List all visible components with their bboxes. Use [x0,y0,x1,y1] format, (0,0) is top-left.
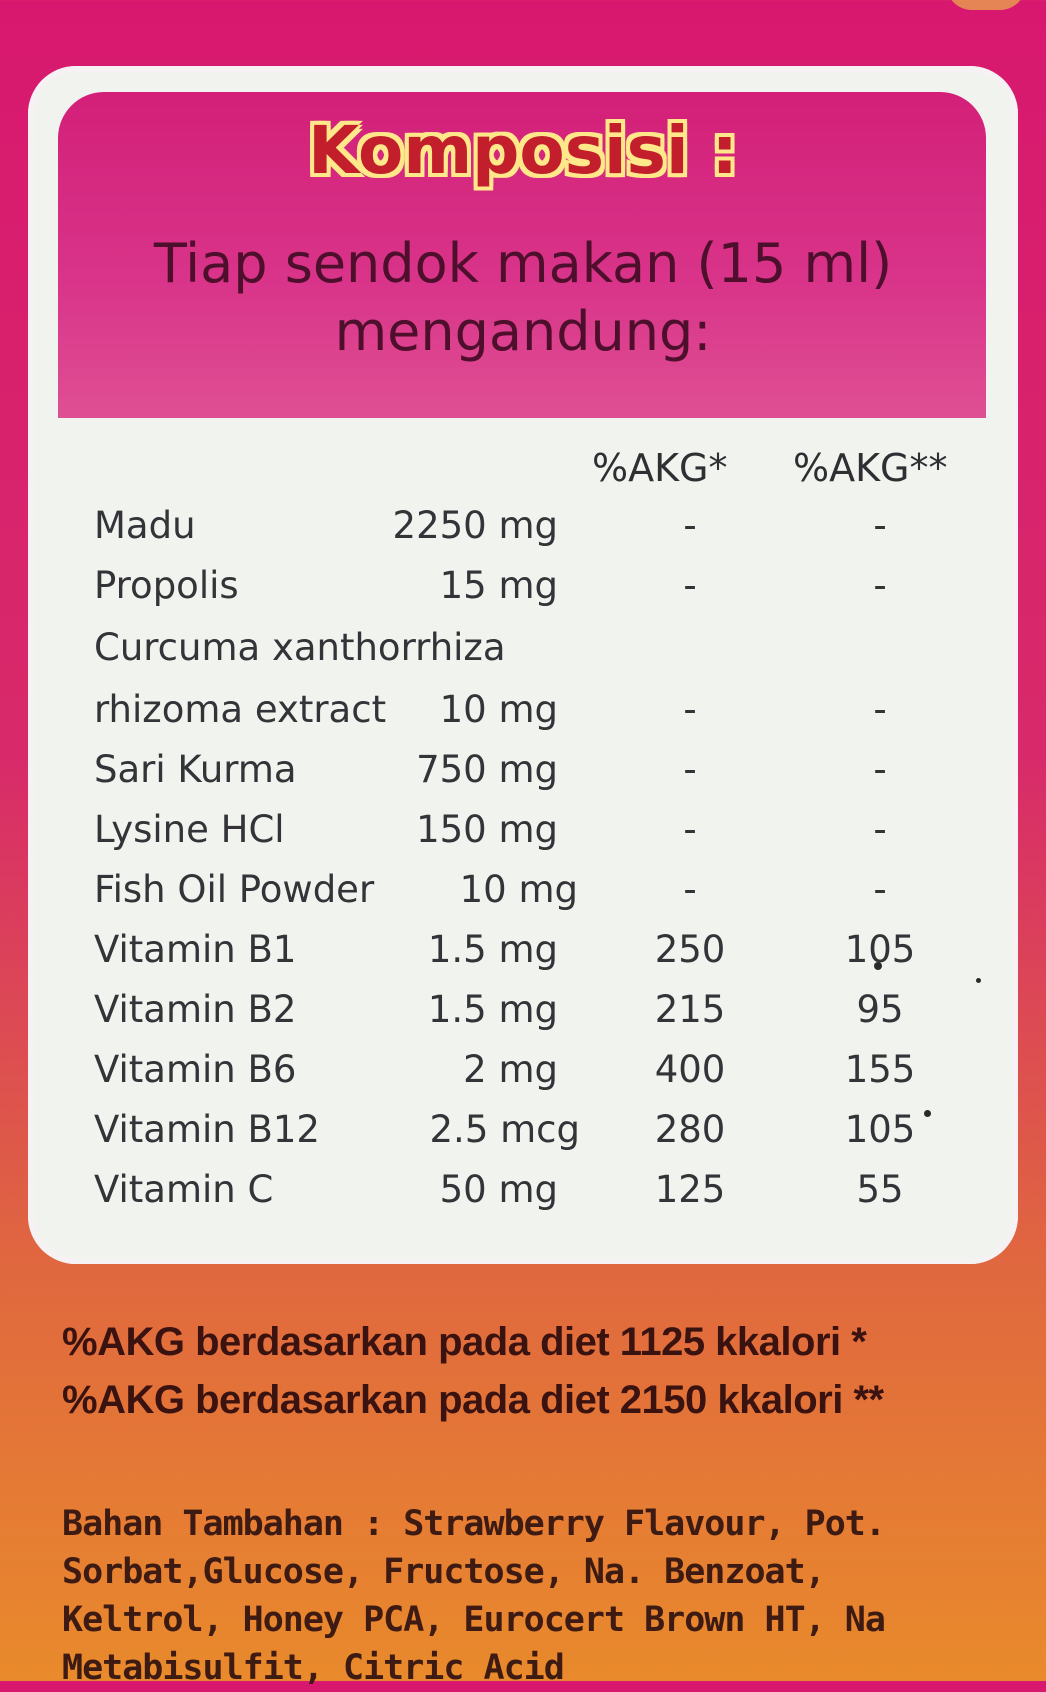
ingredient-name: Vitamin B1 [94,928,297,971]
ingredient-name: Vitamin B6 [94,1048,297,1091]
column-header-akg2: %AKG** [793,446,948,490]
ingredient-amount: 1.5 mg [427,988,558,1031]
akg2-value: - [873,688,887,731]
serving-contains-line: mengandung: [334,300,712,363]
ingredient-name: Madu [94,504,196,547]
akg2-value: 95 [856,988,904,1031]
akg1-value: - [683,748,697,791]
akg2-value: 105 [844,1108,916,1151]
table-row: Propolis 15 mg - - [0,564,1046,624]
table-row: Vitamin B12 2.5 mcg 280 105 [0,1108,1046,1168]
table-row: Vitamin B2 1.5 mg 215 95 [0,988,1046,1048]
ingredient-name: Vitamin C [94,1168,274,1211]
composition-title: Komposisi : [308,112,738,189]
ingredient-amount: 15 mg [439,564,558,607]
ingredient-name: Vitamin B12 [94,1108,320,1151]
akg2-value: - [873,808,887,851]
akg1-value: 125 [654,1168,726,1211]
ingredient-name: Propolis [94,564,239,607]
ink-speck [924,1110,931,1117]
akg2-value: 155 [844,1048,916,1091]
ingredient-name: rhizoma extract [94,688,387,731]
table-row: Vitamin B1 1.5 mg 250 105 [0,928,1046,988]
column-header-akg1: %AKG* [592,446,728,490]
akg1-value: 250 [654,928,726,971]
akg2-value: - [873,504,887,547]
table-row: Fish Oil Powder 10 mg - - [0,868,1046,928]
table-row: Madu 2250 mg - - [0,504,1046,564]
serving-size-line: Tiap sendok makan (15 ml) [153,232,893,295]
akg1-value: - [683,868,697,911]
akg1-value: 280 [654,1108,726,1151]
akg-footnote-1: %AKG berdasarkan pada diet 1125 kkalori … [62,1320,867,1364]
additives-text: Bahan Tambahan : Strawberry Flavour, Pot… [62,1504,886,1688]
ingredient-amount: 10 mg [459,868,578,911]
akg2-value: - [873,748,887,791]
akg2-value: - [873,868,887,911]
ingredient-amount: 50 mg [439,1168,558,1211]
table-row: Vitamin B6 2 mg 400 155 [0,1048,1046,1108]
ingredient-amount: 750 mg [416,748,558,791]
table-row: Vitamin C 50 mg 125 55 [0,1168,1046,1228]
table-row: rhizoma extract 10 mg - - [0,688,1046,748]
ingredient-amount: 150 mg [416,808,558,851]
ingredient-amount: 2250 mg [392,504,558,547]
ingredient-amount: 2.5 mcg [429,1108,580,1151]
akg1-value: 400 [654,1048,726,1091]
ingredient-amount: 1.5 mg [427,928,558,971]
akg2-value: - [873,564,887,607]
ingredient-name: Curcuma xanthorrhiza [94,626,506,669]
akg1-value: - [683,808,697,851]
akg1-value: - [683,688,697,731]
akg1-value: - [683,564,697,607]
ink-speck [976,978,981,983]
akg-footnote-2: %AKG berdasarkan pada diet 2150 kkalori … [62,1378,884,1422]
akg2-value: 55 [856,1168,904,1211]
ingredient-name: Vitamin B2 [94,988,297,1031]
ingredient-name: Lysine HCl [94,808,285,851]
ingredient-amount: 2 mg [463,1048,558,1091]
akg1-value: - [683,504,697,547]
table-row: Sari Kurma 750 mg - - [0,748,1046,808]
ingredient-name: Sari Kurma [94,748,297,791]
table-row: Curcuma xanthorrhiza [0,626,1046,686]
ink-speck [874,962,882,970]
ingredient-name: Fish Oil Powder [94,868,375,911]
akg1-value: 215 [654,988,726,1031]
ingredient-amount: 10 mg [439,688,558,731]
table-row: Lysine HCl 150 mg - - [0,808,1046,868]
decorative-shape [946,0,1026,10]
